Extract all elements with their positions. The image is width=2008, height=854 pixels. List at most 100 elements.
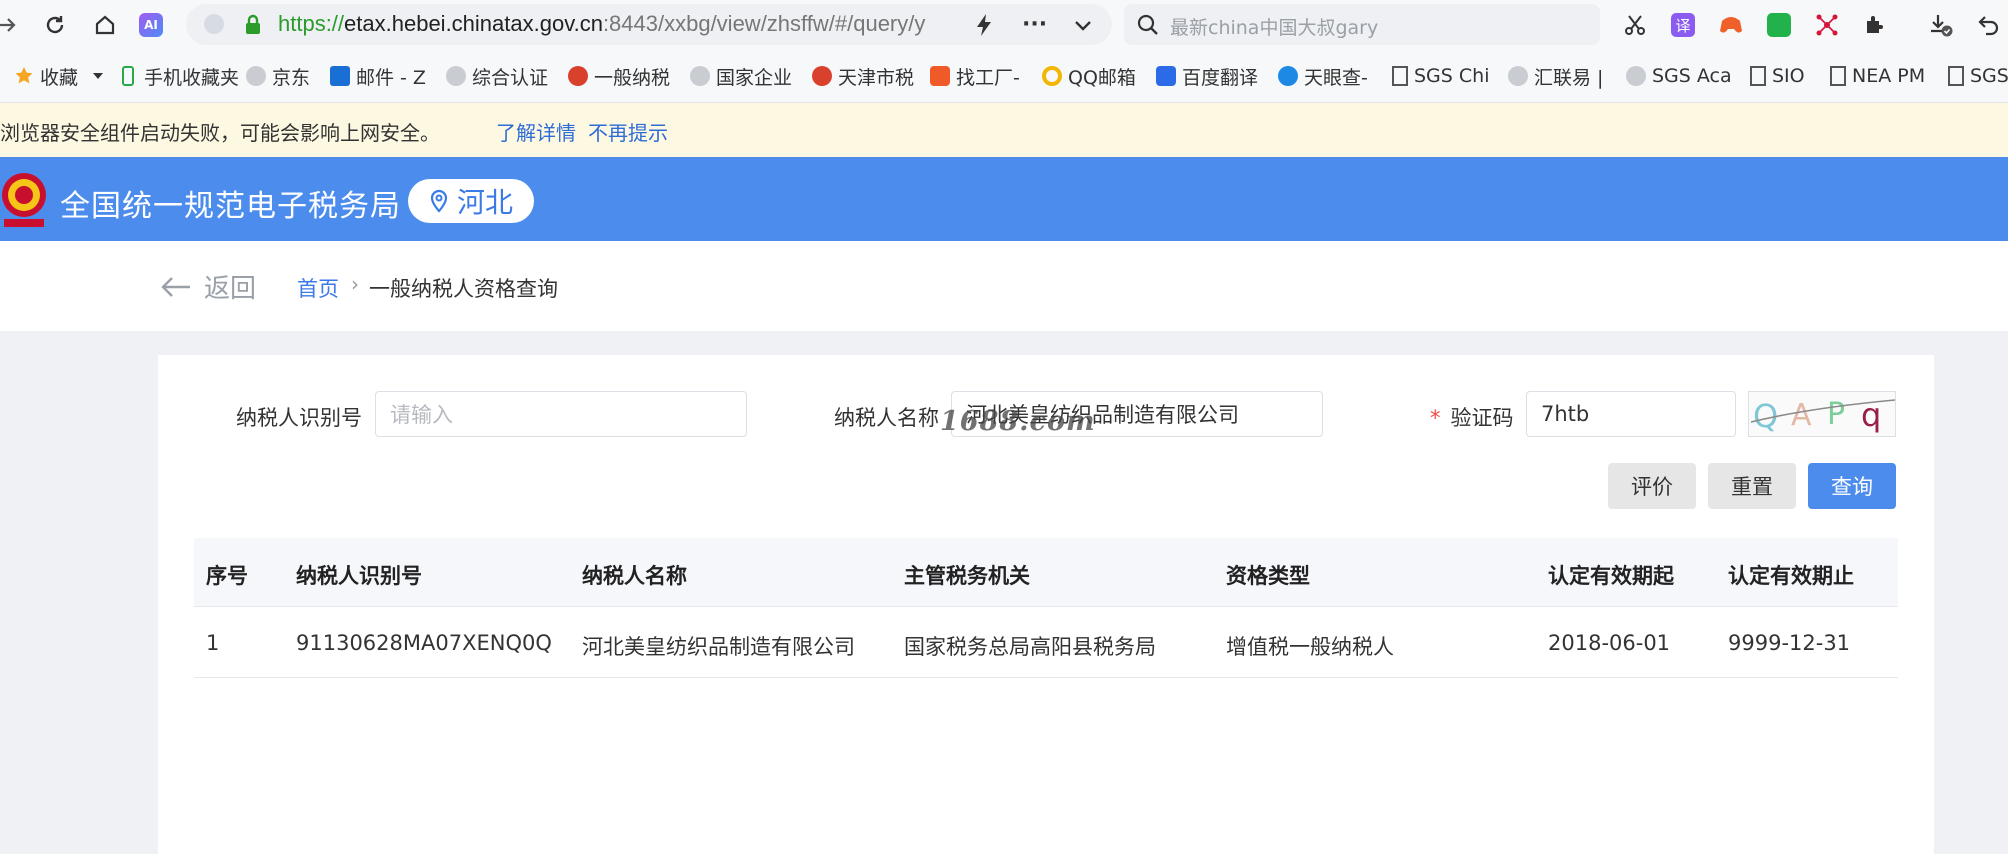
lightning-icon[interactable] — [974, 13, 994, 41]
more-icon[interactable]: ··· — [1022, 12, 1047, 37]
bookmark-auth[interactable]: 综合认证 — [446, 64, 548, 89]
bookmark-general-taxpayer[interactable]: 一般纳税 — [568, 64, 671, 89]
column-header: 主管税务机关 — [904, 564, 1030, 588]
back-label: 返回 — [204, 274, 257, 304]
puzzle-extensions-icon[interactable] — [1860, 10, 1890, 40]
globe-icon — [446, 66, 466, 86]
taxpayer-id-input[interactable]: 请输入 — [375, 391, 747, 437]
captcha-char: A — [1791, 398, 1812, 433]
bookmark-label: SGS Aca — [1652, 65, 1732, 87]
bookmark-sio[interactable]: SIO — [1750, 64, 1805, 88]
arrow-left-icon — [161, 276, 190, 297]
search-icon — [1136, 13, 1160, 41]
download-icon[interactable] — [1926, 10, 1956, 40]
taxpayer-name-label: 纳税人名称 — [834, 406, 939, 430]
bookmark-label: NEA PM — [1852, 65, 1926, 87]
table-cell: 国家税务总局高阳县税务局 — [904, 635, 1156, 659]
breadcrumb-home[interactable]: 首页 — [297, 273, 339, 303]
translate-icon[interactable]: 译 — [1668, 10, 1698, 40]
outlook-icon — [330, 66, 350, 86]
back-button[interactable]: 返回 — [160, 268, 256, 305]
bookmark-sgs-china[interactable]: SGS Chi — [1392, 64, 1489, 88]
bookmark-enterprise[interactable]: 国家企业 — [690, 64, 793, 89]
bookmark-label: 一般纳税 — [594, 66, 671, 89]
bookmark-sgs[interactable]: SGS — [1948, 64, 2008, 88]
bookmark-label: 汇联易 | — [1534, 66, 1604, 89]
huawei-extension-icon[interactable] — [1812, 10, 1842, 40]
site-header: 全国统一规范电子税务局 河北 — [0, 157, 2008, 241]
bookmark-huilianyi[interactable]: 汇联易 | — [1508, 64, 1604, 89]
bookmark-tianyancha[interactable]: 天眼查- — [1278, 64, 1368, 89]
bookmark-label: SGS — [1970, 65, 2008, 87]
bookmark-label: 找工厂- — [956, 66, 1020, 89]
bookmark-label: 天津市税 — [838, 66, 915, 89]
captcha-label-text: 验证码 — [1450, 406, 1514, 430]
bookmark-jd[interactable]: 京东 — [246, 64, 311, 89]
factory-icon — [930, 66, 950, 86]
address-bar[interactable]: https://etax.hebei.chinatax.gov.cn:8443/… — [186, 4, 1112, 45]
dismiss-link[interactable]: 不再提示 — [588, 117, 668, 146]
bookmark-label: 邮件 - Z — [356, 66, 426, 89]
bookmark-label: SGS Chi — [1414, 65, 1490, 87]
table-cell: 增值税一般纳税人 — [1226, 635, 1394, 659]
table-cell: 河北美皇纺织品制造有限公司 — [582, 635, 855, 659]
table-cell: 91130628MA07XENQ0Q — [296, 631, 552, 655]
captcha-image[interactable]: Q A P q — [1748, 391, 1896, 437]
evaluate-button[interactable]: 评价 — [1608, 463, 1696, 509]
table-cell: 1 — [206, 631, 220, 655]
bookmark-favorites[interactable]: 收藏 — [14, 64, 104, 89]
bookmark-baidu-translate[interactable]: 百度翻译 — [1156, 64, 1259, 89]
bookmark-nea-pm[interactable]: NEA PM — [1830, 64, 1925, 88]
forward-icon[interactable] — [0, 10, 22, 40]
breadcrumb-current: 一般纳税人资格查询 — [369, 277, 558, 301]
reload-icon[interactable] — [40, 10, 70, 40]
captcha-value: 7htb — [1541, 402, 1590, 426]
game-extension-icon[interactable] — [1716, 10, 1746, 40]
breadcrumb-bar: 返回 首页 › 一般纳税人资格查询 — [0, 241, 2008, 331]
captcha-input[interactable]: 7htb — [1526, 391, 1736, 437]
region-selector[interactable]: 河北 — [408, 179, 534, 223]
query-button[interactable]: 查询 — [1808, 463, 1896, 509]
learn-more-link[interactable]: 了解详情 — [496, 117, 576, 146]
ai-assistant-icon[interactable]: AI — [136, 10, 166, 40]
search-bar[interactable]: 最新china中国大叔gary — [1124, 4, 1600, 45]
home-icon[interactable] — [90, 10, 120, 40]
bookmark-label: 手机收藏夹 — [144, 66, 240, 89]
column-header: 认定有效期起 — [1548, 564, 1674, 588]
bookmark-find-factory[interactable]: 找工厂- — [930, 64, 1020, 89]
bookmark-label: 百度翻译 — [1182, 66, 1259, 89]
undo-icon[interactable] — [1974, 10, 2004, 40]
security-warning-banner: 浏览器安全组件启动失败，可能会影响上网安全。 了解详情 不再提示 — [0, 103, 2008, 157]
bookmark-label: 国家企业 — [716, 66, 793, 89]
bookmark-label: SIO — [1772, 65, 1805, 87]
url-path: :8443/xxbg/view/zhsffw/#/query/y — [602, 11, 926, 36]
url-host: etax.hebei.chinatax.gov.cn — [344, 11, 603, 36]
lock-icon[interactable] — [244, 14, 262, 40]
star-icon — [15, 67, 33, 84]
globe-icon — [246, 66, 266, 86]
chevron-down-icon[interactable] — [1072, 14, 1094, 40]
table-row[interactable]: 1 91130628MA07XENQ0Q 河北美皇纺织品制造有限公司 国家税务总… — [194, 607, 1898, 678]
bookmark-label: 京东 — [272, 66, 311, 89]
column-header: 纳税人识别号 — [296, 564, 422, 588]
reset-button[interactable]: 重置 — [1708, 463, 1796, 509]
bookmark-mobile-favorites[interactable]: 手机收藏夹 — [118, 64, 240, 89]
bookmark-qq-mail[interactable]: QQ邮箱 — [1042, 64, 1136, 89]
taxpayer-id-placeholder: 请输入 — [390, 403, 453, 427]
site-info-icon[interactable] — [204, 14, 224, 34]
translate-badge: 译 — [1671, 13, 1695, 37]
globe-icon — [690, 66, 710, 86]
bookmark-tianjin-tax[interactable]: 天津市税 — [812, 64, 915, 89]
wechat-extension-icon[interactable] — [1764, 10, 1794, 40]
bookmark-label: QQ邮箱 — [1068, 66, 1136, 89]
column-header: 序号 — [206, 564, 248, 588]
captcha-label: * 验证码 — [1430, 402, 1514, 432]
page-icon — [1830, 66, 1846, 86]
required-mark: * — [1430, 406, 1441, 430]
bookmark-mail[interactable]: 邮件 - Z — [330, 64, 426, 89]
table-cell: 2018-06-01 — [1548, 631, 1671, 655]
caret-down-icon[interactable] — [92, 71, 104, 81]
qq-mail-icon — [1042, 66, 1062, 86]
scissors-icon[interactable] — [1620, 10, 1650, 40]
bookmark-sgs-academy[interactable]: SGS Aca — [1626, 64, 1732, 88]
